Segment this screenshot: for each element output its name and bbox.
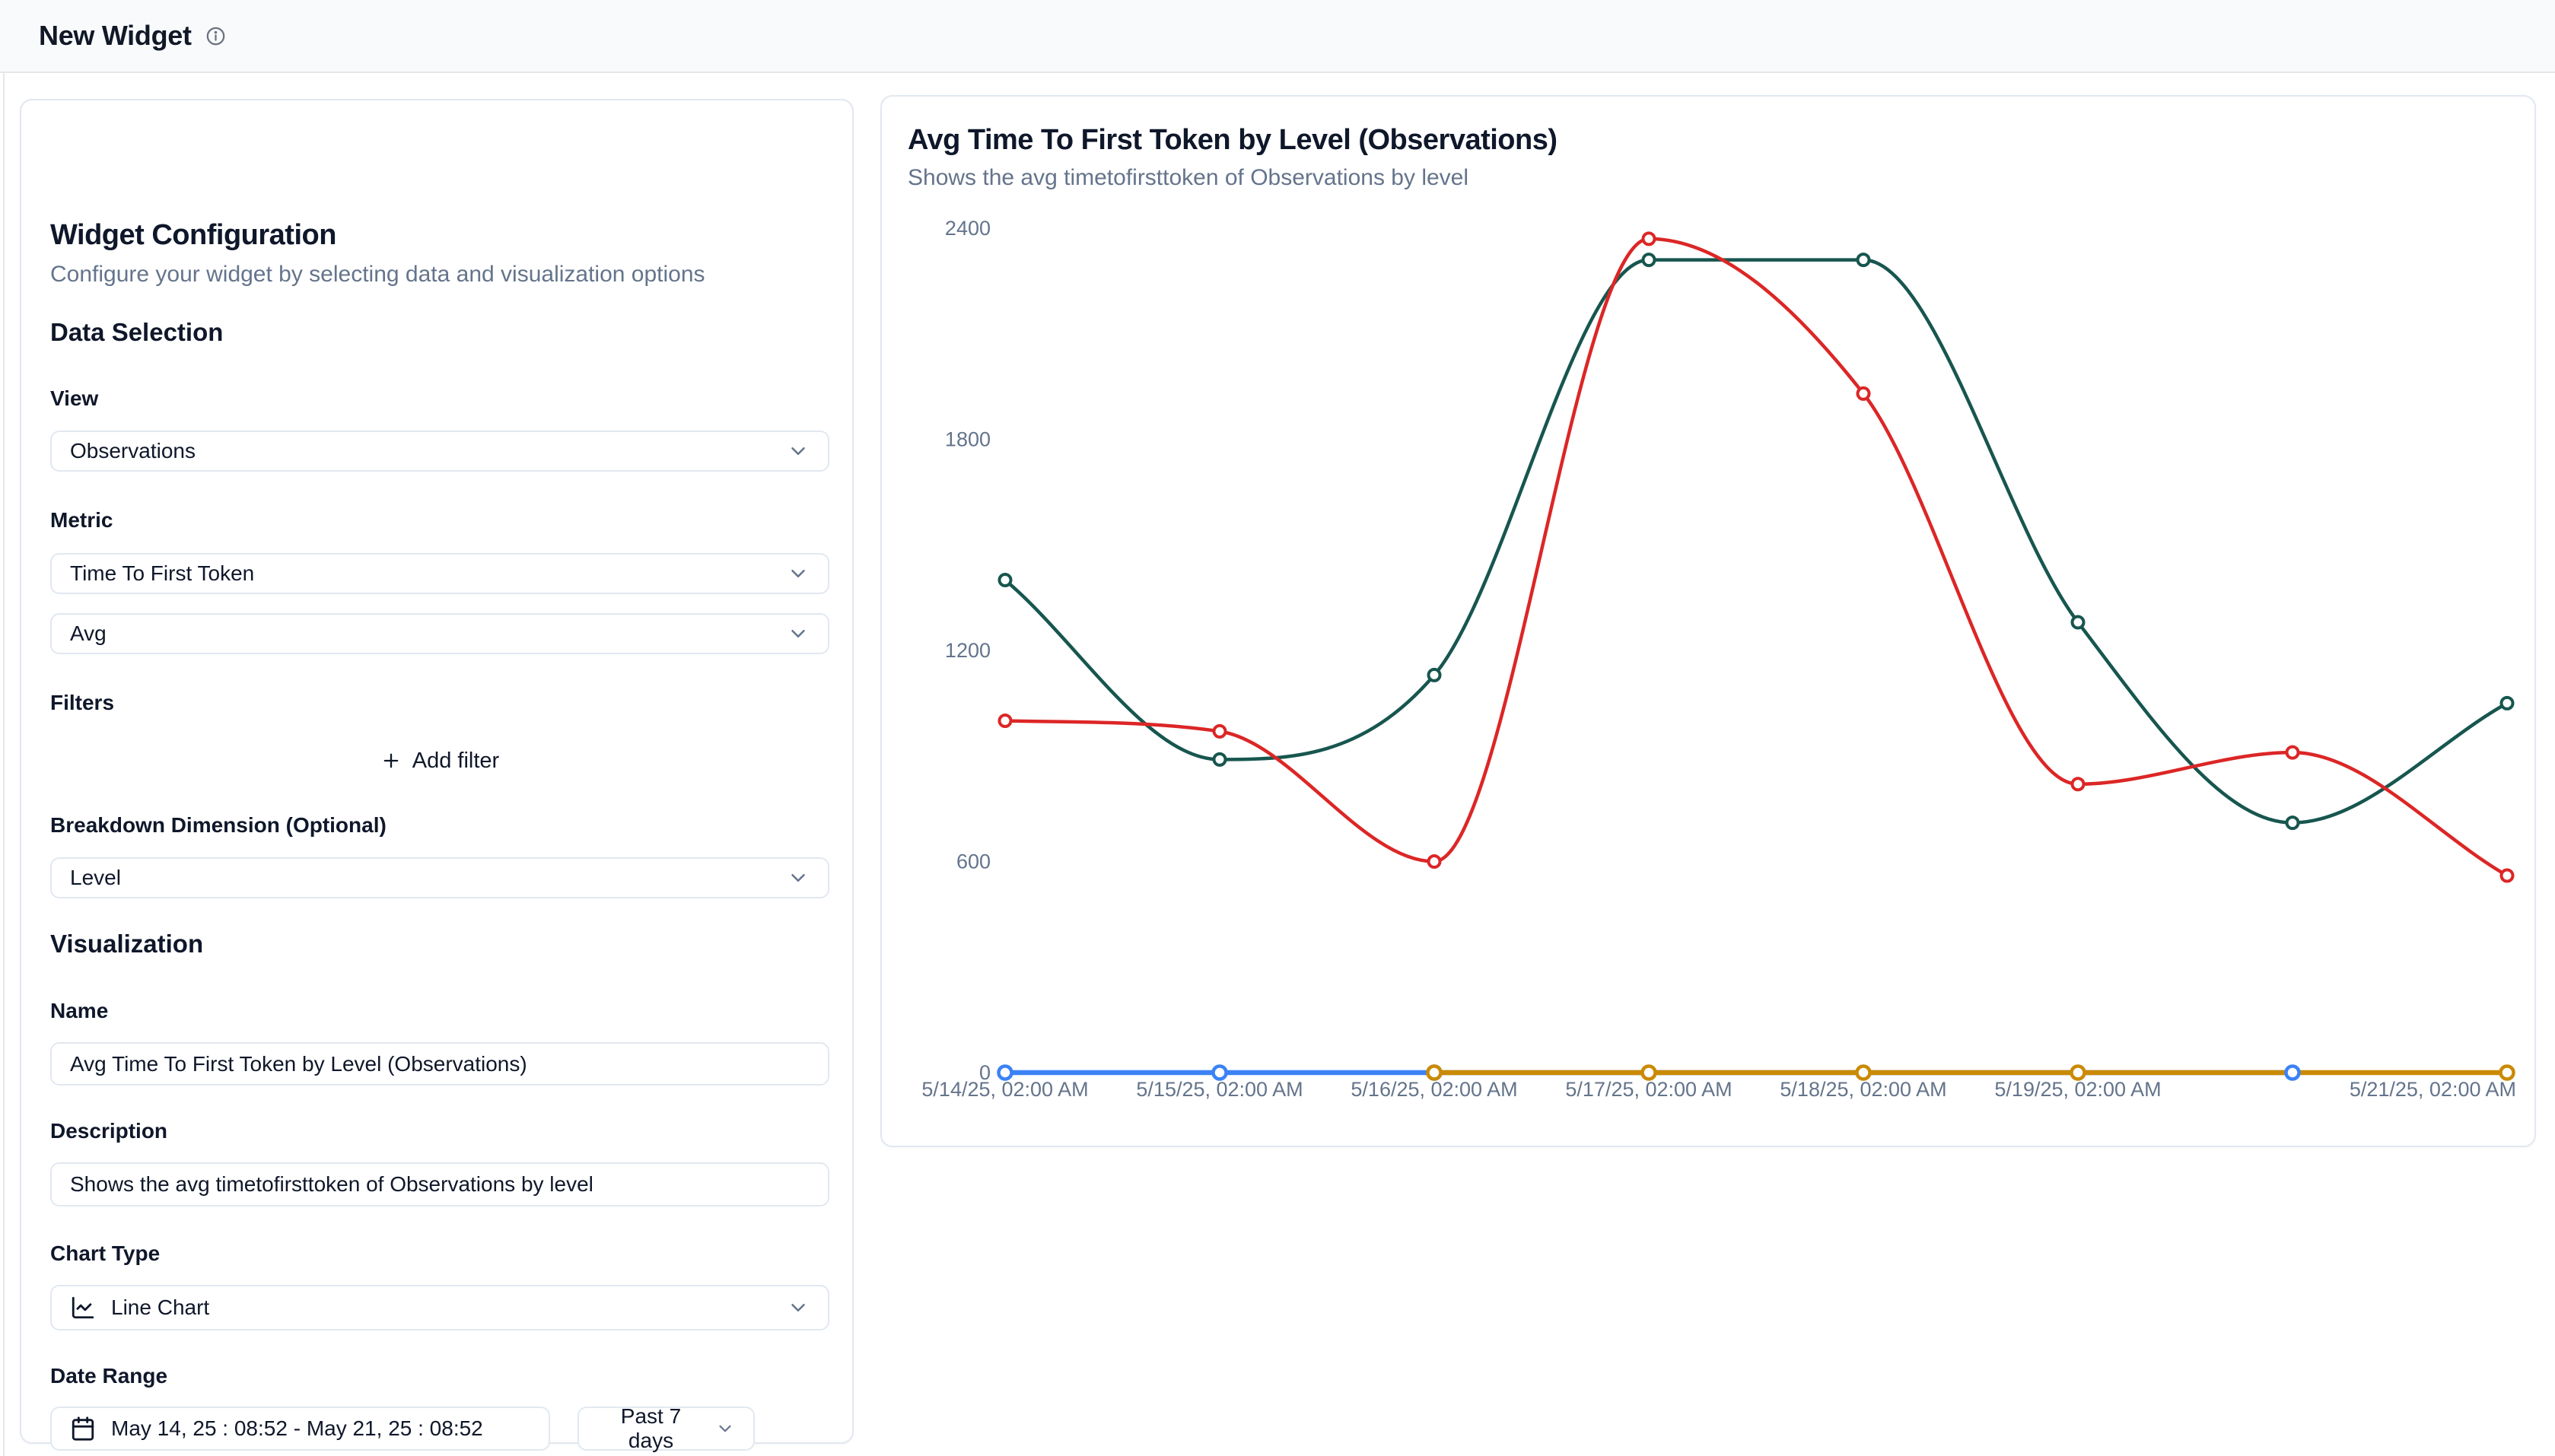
svg-text:2400: 2400 — [945, 217, 991, 240]
date-preset-value: Past 7 days — [597, 1404, 705, 1453]
chart-card: Avg Time To First Token by Level (Observ… — [880, 95, 2536, 1147]
chevron-down-icon — [787, 562, 810, 585]
calendar-icon — [70, 1416, 96, 1442]
chevron-down-icon — [787, 866, 810, 889]
date-range-button[interactable]: May 14, 25 : 08:52 - May 21, 25 : 08:52 — [50, 1407, 550, 1451]
name-label: Name — [50, 999, 108, 1023]
config-subtitle: Configure your widget by selecting data … — [50, 262, 705, 288]
svg-text:5/18/25, 02:00 AM: 5/18/25, 02:00 AM — [1780, 1078, 1946, 1101]
chevron-down-icon — [787, 440, 810, 463]
svg-text:5/15/25, 02:00 AM: 5/15/25, 02:00 AM — [1136, 1078, 1303, 1101]
aggregation-select-value: Avg — [70, 622, 107, 646]
chevron-down-icon — [787, 622, 810, 645]
chart-type-select[interactable]: Line Chart — [50, 1285, 829, 1330]
metric-select[interactable]: Time To First Token — [50, 553, 829, 594]
name-input[interactable] — [50, 1042, 829, 1086]
svg-text:5/17/25, 02:00 AM: 5/17/25, 02:00 AM — [1565, 1078, 1732, 1101]
breakdown-label: Breakdown Dimension (Optional) — [50, 813, 387, 838]
svg-text:1800: 1800 — [945, 428, 991, 451]
metric-label: Metric — [50, 508, 113, 532]
svg-text:600: 600 — [956, 850, 991, 873]
info-icon[interactable] — [205, 26, 226, 46]
chevron-down-icon — [787, 1296, 810, 1319]
svg-text:5/14/25, 02:00 AM: 5/14/25, 02:00 AM — [921, 1078, 1088, 1101]
metric-select-value: Time To First Token — [70, 561, 254, 586]
breakdown-select-value: Level — [70, 866, 121, 890]
svg-text:5/16/25, 02:00 AM: 5/16/25, 02:00 AM — [1351, 1078, 1517, 1101]
breakdown-select[interactable]: Level — [50, 857, 829, 898]
view-select-value: Observations — [70, 439, 196, 463]
date-preset-select[interactable]: Past 7 days — [578, 1407, 755, 1451]
page-title: New Widget — [39, 20, 192, 52]
section-data-selection: Data Selection — [50, 318, 223, 347]
chevron-down-icon — [715, 1419, 735, 1439]
chart-type-label: Chart Type — [50, 1241, 160, 1266]
svg-text:1200: 1200 — [945, 639, 991, 662]
add-filter-label: Add filter — [412, 749, 499, 774]
line-chart: 06001200180024005/14/25, 02:00 AM5/15/25… — [882, 97, 2536, 1147]
svg-text:5/21/25, 02:00 AM: 5/21/25, 02:00 AM — [2350, 1078, 2516, 1101]
section-visualization: Visualization — [50, 930, 203, 958]
chart-type-value: Line Chart — [111, 1295, 209, 1320]
add-filter-button[interactable]: Add filter — [50, 738, 829, 784]
date-range-label: Date Range — [50, 1364, 167, 1388]
date-range-value: May 14, 25 : 08:52 - May 21, 25 : 08:52 — [111, 1416, 483, 1441]
plus-icon — [380, 750, 402, 771]
view-select[interactable]: Observations — [50, 431, 829, 472]
sidebar-edge-line — [3, 0, 5, 1456]
view-label: View — [50, 386, 98, 411]
description-input[interactable] — [50, 1162, 829, 1206]
config-title: Widget Configuration — [50, 219, 336, 252]
line-chart-icon — [70, 1295, 96, 1321]
page-header: New Widget — [0, 0, 2555, 73]
filters-label: Filters — [50, 691, 114, 715]
aggregation-select[interactable]: Avg — [50, 613, 829, 654]
svg-text:5/19/25, 02:00 AM: 5/19/25, 02:00 AM — [1994, 1078, 2161, 1101]
widget-config-card: Widget Configuration Configure your widg… — [20, 99, 854, 1444]
description-label: Description — [50, 1119, 167, 1143]
